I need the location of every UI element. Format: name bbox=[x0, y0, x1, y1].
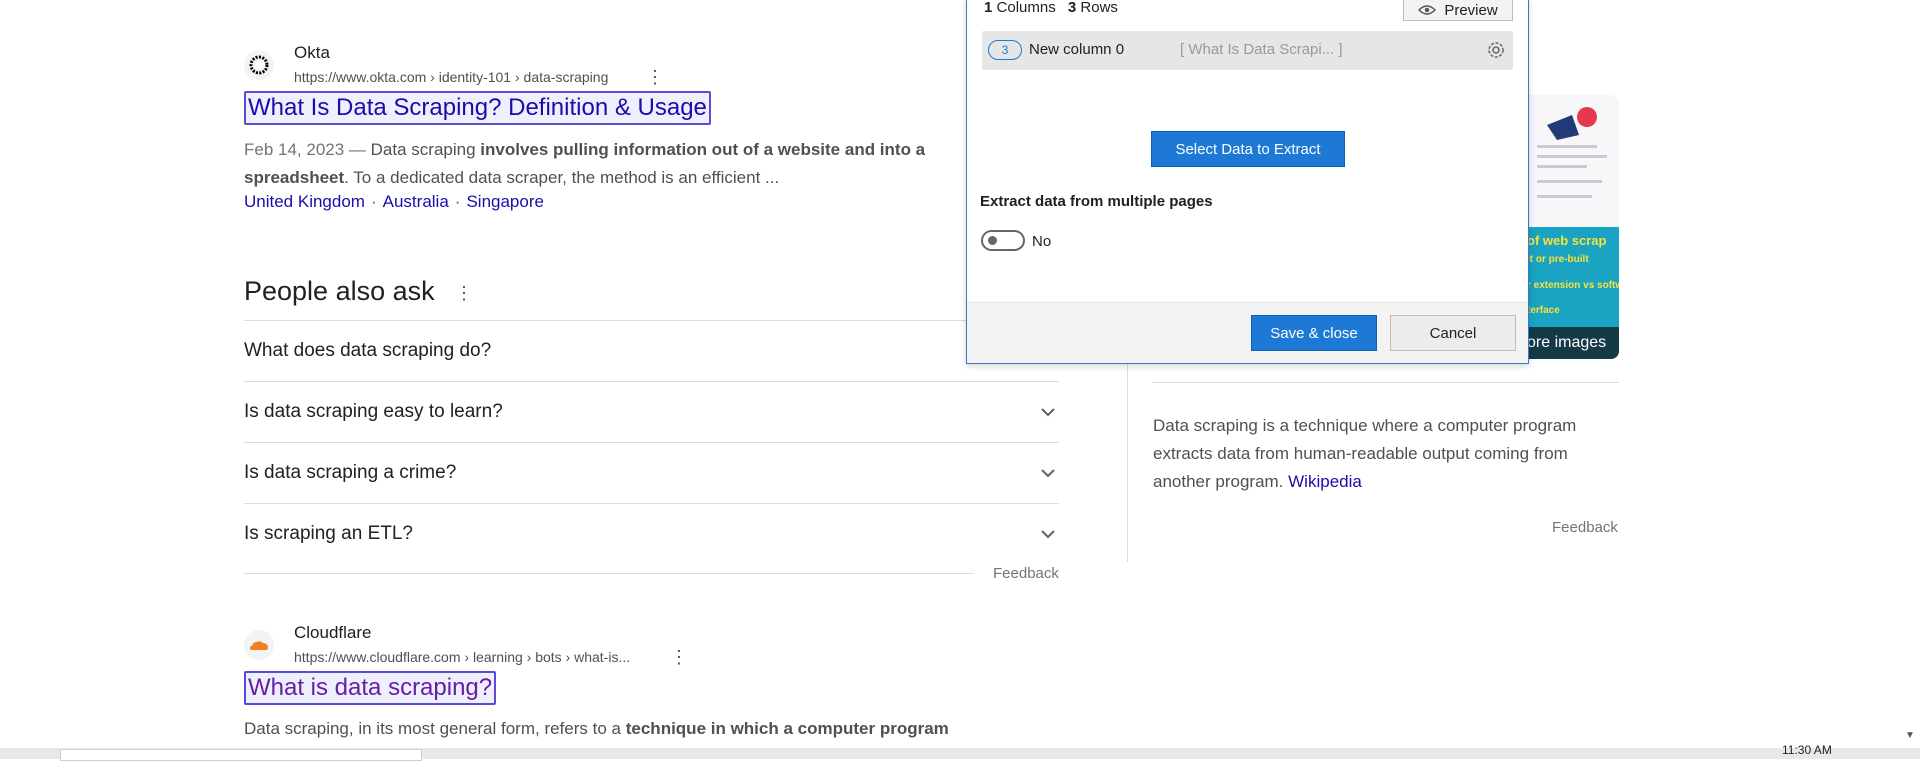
okta-favicon[interactable] bbox=[244, 50, 274, 80]
snippet-text: Data scraping, in its most general form,… bbox=[244, 719, 621, 738]
multi-page-label: Extract data from multiple pages bbox=[980, 193, 1213, 210]
cloudflare-logo-icon bbox=[250, 641, 268, 650]
toggle-value: No bbox=[1032, 233, 1052, 250]
snippet-bold: technique in which a computer program bbox=[625, 719, 949, 738]
column-preview: [ What Is Data Scrapi... ] bbox=[1180, 41, 1343, 58]
columns-label: Columns bbox=[996, 0, 1056, 16]
image-banner: of web scrap lt or pre-built r extension… bbox=[1527, 227, 1619, 359]
result-date: Feb 14, 2023 — bbox=[244, 140, 366, 159]
more-images-button[interactable]: ore images bbox=[1527, 327, 1619, 359]
scroll-down-arrow-icon[interactable]: ▼ bbox=[1905, 730, 1915, 741]
paa-heading: People also ask bbox=[244, 276, 435, 306]
snippet-text: . To a dedicated data scraper, the metho… bbox=[344, 168, 780, 187]
preview-button[interactable]: Preview bbox=[1403, 0, 1513, 21]
chevron-down-icon[interactable] bbox=[1037, 401, 1059, 423]
snippet-text: Data scraping bbox=[370, 140, 476, 159]
knowledge-panel-image[interactable]: of web scrap lt or pre-built r extension… bbox=[1527, 95, 1619, 359]
description-text: Data scraping is a technique where a com… bbox=[1153, 416, 1577, 491]
multi-page-toggle[interactable] bbox=[981, 230, 1025, 251]
paa-question-text: Is data scraping easy to learn? bbox=[244, 401, 503, 422]
rows-label: Rows bbox=[1080, 0, 1118, 16]
wikipedia-link[interactable]: Wikipedia bbox=[1288, 472, 1362, 491]
rows-count: 3 bbox=[1067, 0, 1077, 16]
chevron-down-icon[interactable] bbox=[1037, 462, 1059, 484]
paa-question[interactable]: Is data scraping a crime? bbox=[244, 442, 1059, 503]
result-site-name[interactable]: Cloudflare bbox=[294, 623, 372, 643]
image-text: terface bbox=[1527, 305, 1560, 316]
image-illustration bbox=[1527, 95, 1619, 227]
eye-icon bbox=[1418, 5, 1437, 15]
paa-feedback-link[interactable]: Feedback bbox=[993, 565, 1059, 582]
knowledge-panel-rule bbox=[1152, 382, 1619, 383]
column-row[interactable]: 3 New column 0 [ What Is Data Scrapi... … bbox=[982, 31, 1513, 70]
paa-question[interactable]: Is data scraping easy to learn? bbox=[244, 381, 1059, 442]
result-url[interactable]: https://www.cloudflare.com › learning › … bbox=[294, 649, 630, 665]
dialog-footer: Save & close Cancel bbox=[967, 302, 1528, 363]
toggle-knob bbox=[988, 236, 997, 245]
okta-logo-icon bbox=[249, 55, 269, 75]
paa-question[interactable]: What does data scraping do? bbox=[244, 320, 1059, 381]
knowledge-panel-description: Data scraping is a technique where a com… bbox=[1153, 412, 1603, 496]
chevron-down-icon[interactable] bbox=[1037, 523, 1059, 545]
image-text: r extension vs softw bbox=[1527, 280, 1619, 291]
taskbar-clock[interactable]: 11:30 AM bbox=[1782, 743, 1832, 757]
gear-icon[interactable] bbox=[1485, 39, 1507, 66]
cloudflare-favicon[interactable] bbox=[244, 630, 274, 660]
dialog-summary: 1 Columns 3 Rows bbox=[984, 0, 1118, 16]
sitelink-singapore[interactable]: Singapore bbox=[466, 192, 544, 211]
paa-question-text: What does data scraping do? bbox=[244, 340, 492, 361]
snippet-bold: spreadsheet bbox=[244, 168, 345, 187]
columns-count: 1 bbox=[984, 0, 993, 16]
result-snippet: Feb 14, 2023 — Data scraping involves pu… bbox=[244, 136, 974, 192]
sitelinks: United Kingdom · Australia · Singapore bbox=[244, 192, 544, 212]
paa-bottom-divider bbox=[244, 573, 974, 574]
extract-dialog: 1 Columns 3 Rows Preview 3 New column 0 … bbox=[966, 0, 1529, 364]
sitelink-uk[interactable]: United Kingdom bbox=[244, 192, 365, 211]
result-site-name[interactable]: Okta bbox=[294, 43, 330, 63]
select-data-button[interactable]: Select Data to Extract bbox=[1151, 131, 1345, 167]
paa-question-text: Is scraping an ETL? bbox=[244, 523, 413, 544]
more-options-icon[interactable]: ⋮ bbox=[646, 68, 664, 86]
paa-question-text: Is data scraping a crime? bbox=[244, 462, 457, 483]
sitelink-australia[interactable]: Australia bbox=[383, 192, 449, 211]
more-options-icon[interactable]: ⋮ bbox=[670, 648, 688, 666]
separator-dot: · bbox=[370, 192, 377, 211]
column-count-badge: 3 bbox=[988, 40, 1022, 60]
column-name[interactable]: New column 0 bbox=[1029, 41, 1124, 58]
taskbar-search[interactable] bbox=[60, 749, 422, 761]
paa-question[interactable]: Is scraping an ETL? bbox=[244, 503, 1059, 564]
result-snippet: Data scraping, in its most general form,… bbox=[244, 715, 1004, 743]
result-title-link[interactable]: What is data scraping? bbox=[244, 671, 497, 705]
taskbar: 11:30 AM bbox=[0, 743, 1920, 761]
preview-label: Preview bbox=[1444, 1, 1498, 19]
paa-more-icon[interactable]: ⋮ bbox=[455, 284, 473, 302]
save-close-button[interactable]: Save & close bbox=[1251, 315, 1377, 351]
image-text: of web scrap bbox=[1527, 233, 1607, 248]
knowledge-panel-feedback[interactable]: Feedback bbox=[1552, 519, 1618, 536]
result-title-link[interactable]: What Is Data Scraping? Definition & Usag… bbox=[244, 91, 711, 125]
separator-dot: · bbox=[454, 192, 461, 211]
snippet-bold: involves pulling information out of a we… bbox=[480, 140, 926, 159]
cancel-button[interactable]: Cancel bbox=[1390, 315, 1516, 351]
image-text: lt or pre-built bbox=[1527, 254, 1589, 265]
result-url[interactable]: https://www.okta.com › identity-101 › da… bbox=[294, 69, 608, 85]
